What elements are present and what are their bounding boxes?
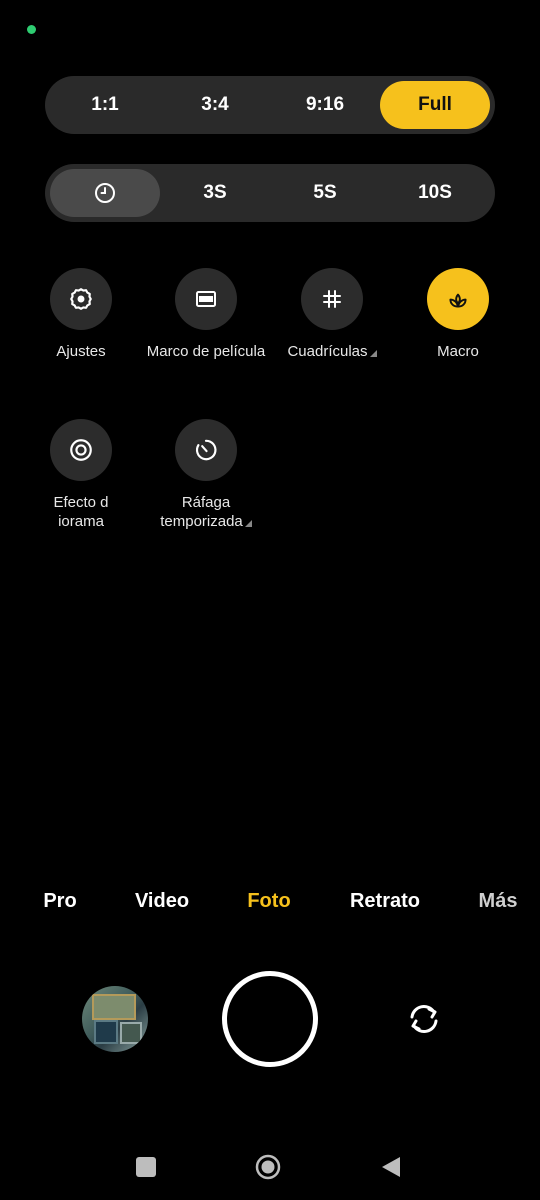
settings-toggle[interactable]: Ajustes bbox=[21, 268, 141, 361]
grid-lines-button[interactable] bbox=[301, 268, 363, 330]
settings-button[interactable] bbox=[50, 268, 112, 330]
macro-label: Macro bbox=[437, 343, 479, 360]
film-frame-icon bbox=[196, 291, 216, 307]
aspect-option-9-16[interactable]: 9:16 bbox=[270, 81, 380, 129]
grid-lines-label: Cuadrículas bbox=[272, 342, 392, 361]
diorama-button[interactable] bbox=[50, 419, 112, 481]
privacy-indicator-dot bbox=[27, 25, 36, 34]
film-frame-toggle[interactable]: Marco de película bbox=[146, 268, 266, 361]
diorama-toggle[interactable]: Efecto d iorama bbox=[21, 419, 141, 531]
shutter-button[interactable] bbox=[222, 971, 318, 1067]
grid-icon bbox=[323, 290, 341, 308]
mode-more[interactable]: Más bbox=[479, 890, 518, 913]
grid-lines-toggle[interactable]: Cuadrículas bbox=[272, 268, 392, 361]
clock-icon bbox=[95, 183, 115, 203]
timer-option-3s[interactable]: 3S bbox=[160, 169, 270, 217]
aspect-option-full[interactable]: Full bbox=[380, 81, 490, 129]
mode-pro[interactable]: Pro bbox=[43, 890, 76, 913]
camera-mode-selector: Pro Video Foto Retrato Más bbox=[0, 890, 540, 920]
mode-portrait[interactable]: Retrato bbox=[350, 890, 420, 913]
home-button[interactable] bbox=[255, 1154, 281, 1180]
diorama-label: Efecto d iorama bbox=[53, 494, 109, 530]
gallery-thumbnail[interactable] bbox=[82, 986, 148, 1052]
mode-video[interactable]: Video bbox=[135, 890, 189, 913]
thumbnail-image-part bbox=[92, 994, 136, 1020]
timer-off-button[interactable] bbox=[50, 169, 160, 217]
film-frame-button[interactable] bbox=[175, 268, 237, 330]
timer-option-10s[interactable]: 10S bbox=[380, 169, 490, 217]
aspect-ratio-selector: 1:1 3:4 9:16 Full bbox=[45, 76, 495, 134]
settings-label: Ajustes bbox=[56, 343, 106, 360]
switch-camera-icon[interactable] bbox=[402, 997, 446, 1041]
timer-selector: 3S 5S 10S bbox=[45, 164, 495, 222]
timed-burst-label: Ráfaga temporizada bbox=[151, 493, 261, 531]
thumbnail-image-part bbox=[94, 1020, 118, 1044]
aspect-option-3-4[interactable]: 3:4 bbox=[160, 81, 270, 129]
macro-toggle[interactable]: Macro bbox=[398, 268, 518, 361]
timed-burst-toggle[interactable]: Ráfaga temporizada bbox=[146, 419, 266, 531]
timed-burst-icon bbox=[195, 439, 217, 461]
aspect-option-1-1[interactable]: 1:1 bbox=[50, 81, 160, 129]
film-frame-label: Marco de película bbox=[146, 343, 266, 360]
settings-gear-icon bbox=[70, 288, 92, 310]
back-button[interactable] bbox=[380, 1155, 402, 1179]
timed-burst-button[interactable] bbox=[175, 419, 237, 481]
mode-photo[interactable]: Foto bbox=[247, 890, 290, 913]
more-options-indicator-icon bbox=[244, 520, 252, 527]
timer-option-5s[interactable]: 5S bbox=[270, 169, 380, 217]
macro-flower-icon bbox=[449, 293, 467, 308]
macro-button[interactable] bbox=[427, 268, 489, 330]
diorama-icon bbox=[70, 439, 92, 461]
recent-apps-button[interactable] bbox=[136, 1157, 156, 1177]
thumbnail-image-part bbox=[120, 1022, 142, 1044]
more-options-indicator-icon bbox=[369, 350, 377, 357]
